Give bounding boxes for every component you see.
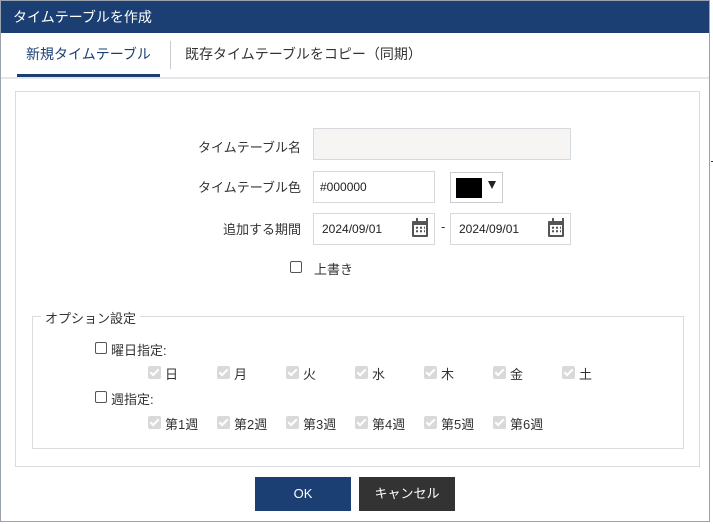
ok-button[interactable]: OK xyxy=(255,477,351,511)
weekday-sun-label: 日 xyxy=(165,367,179,382)
week-6-label: 第6週 xyxy=(510,417,544,432)
dialog-title: タイムテーブルを作成 xyxy=(1,1,709,33)
weekday-tue-checkbox[interactable] xyxy=(286,366,299,379)
weekday-mon-checkbox[interactable] xyxy=(217,366,230,379)
week-1-checkbox[interactable] xyxy=(148,416,161,429)
timetable-name-input[interactable] xyxy=(313,128,571,160)
tab-new-timetable[interactable]: 新規タイムテーブル xyxy=(17,33,160,77)
weekday-tue-label: 火 xyxy=(303,367,317,382)
tab-copy-existing[interactable]: 既存タイムテーブルをコピー（同期） xyxy=(185,33,422,77)
weekday-fri-label: 金 xyxy=(510,367,524,382)
weekday-spec-checkbox[interactable] xyxy=(95,342,107,354)
weekday-fri-checkbox[interactable] xyxy=(493,366,506,379)
overwrite-checkbox[interactable] xyxy=(290,261,302,273)
color-picker-button[interactable] xyxy=(450,172,503,203)
tab-separator xyxy=(170,41,171,69)
weekday-thu-label: 木 xyxy=(441,367,455,382)
tab-bar: 新規タイムテーブル 既存タイムテーブルをコピー（同期） xyxy=(1,33,709,79)
weekday-wed-checkbox[interactable] xyxy=(355,366,368,379)
weekday-thu-checkbox[interactable] xyxy=(424,366,437,379)
weekday-spec-label: 曜日指定: xyxy=(111,343,167,358)
overwrite-label: 上書き xyxy=(314,262,354,277)
week-2-checkbox[interactable] xyxy=(217,416,230,429)
week-4-checkbox[interactable] xyxy=(355,416,368,429)
week-3-checkbox[interactable] xyxy=(286,416,299,429)
caret-down-icon xyxy=(488,181,496,189)
calendar-icon[interactable] xyxy=(412,218,428,237)
period-end-value: 2024/09/01 xyxy=(459,222,520,236)
week-6-checkbox[interactable] xyxy=(493,416,506,429)
option-settings-legend: オプション設定 xyxy=(41,308,141,327)
period-label: 追加する期間 xyxy=(222,222,301,237)
calendar-icon[interactable] xyxy=(548,218,564,237)
period-end-input[interactable]: 2024/09/01 xyxy=(450,213,571,245)
week-2-label: 第2週 xyxy=(234,417,268,432)
week-spec-checkbox[interactable] xyxy=(95,391,107,403)
week-4-label: 第4週 xyxy=(372,417,406,432)
cancel-button[interactable]: キャンセル xyxy=(359,477,455,511)
weekday-mon-label: 月 xyxy=(234,367,248,382)
weekday-sat-checkbox[interactable] xyxy=(562,366,575,379)
week-spec-label: 週指定: xyxy=(111,392,154,407)
timetable-color-label: タイムテーブル色 xyxy=(198,180,301,195)
weekday-sun-checkbox[interactable] xyxy=(148,366,161,379)
week-5-checkbox[interactable] xyxy=(424,416,437,429)
timetable-name-label: タイムテーブル名 xyxy=(198,140,301,155)
timetable-color-input[interactable]: #000000 xyxy=(313,171,435,203)
period-start-input[interactable]: 2024/09/01 xyxy=(313,213,435,245)
create-timetable-dialog: タイムテーブルを作成 新規タイムテーブル 既存タイムテーブルをコピー（同期） タ… xyxy=(0,0,710,522)
period-separator: - xyxy=(441,219,446,234)
week-5-label: 第5週 xyxy=(441,417,475,432)
week-1-label: 第1週 xyxy=(165,417,199,432)
color-swatch xyxy=(456,178,482,198)
weekday-wed-label: 水 xyxy=(372,367,386,382)
weekday-sat-label: 土 xyxy=(579,367,593,382)
period-start-value: 2024/09/01 xyxy=(322,222,383,236)
week-3-label: 第3週 xyxy=(303,417,337,432)
